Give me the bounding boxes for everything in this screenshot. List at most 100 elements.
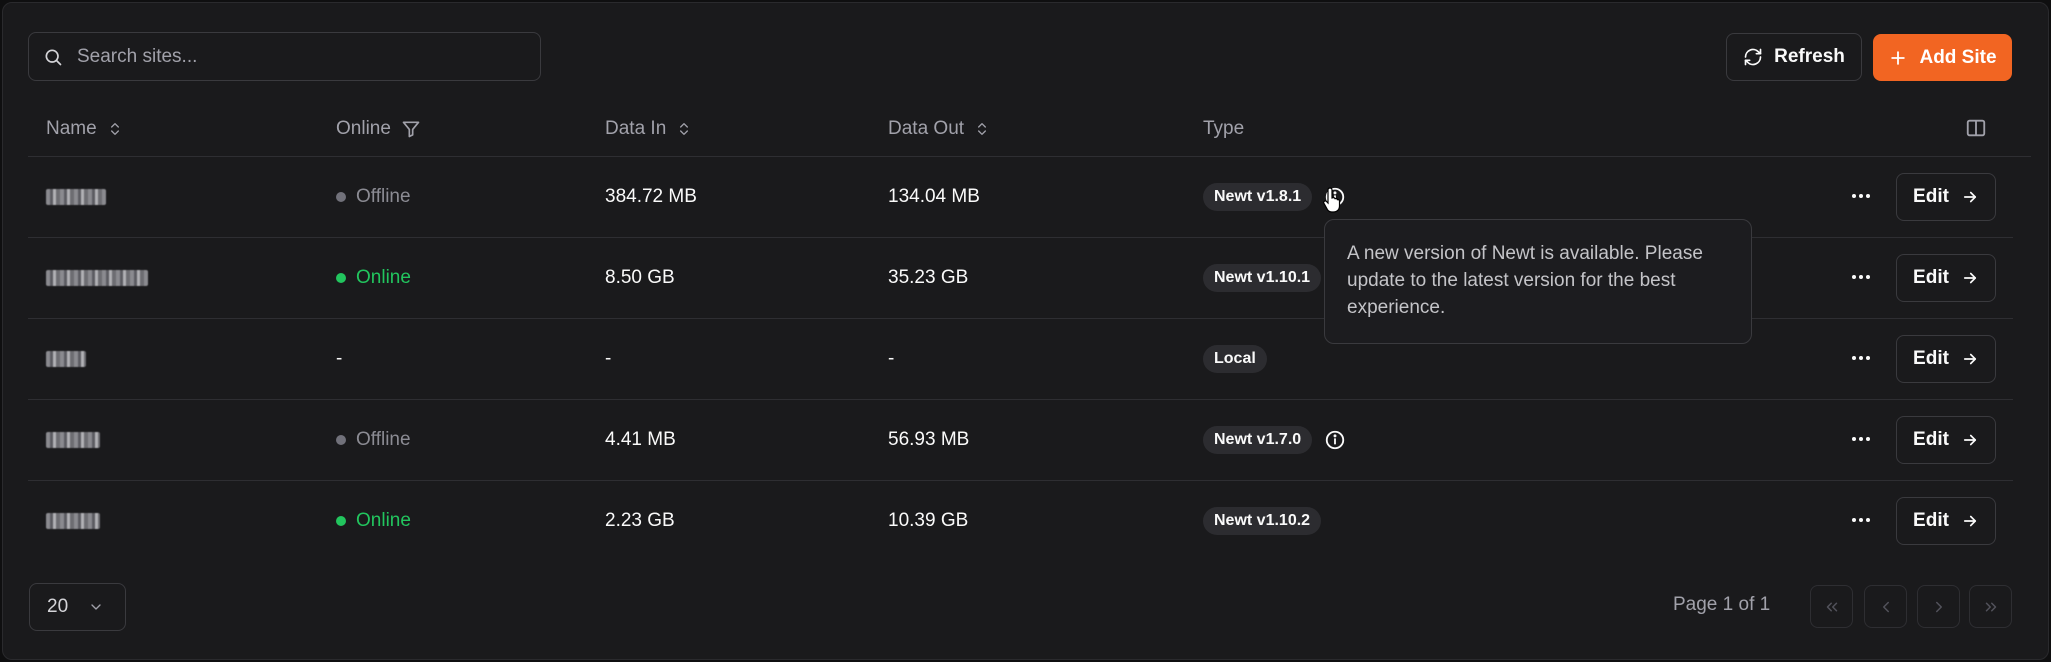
edit-button[interactable]: Edit: [1896, 173, 1996, 221]
column-header-type: Type: [1203, 118, 1244, 140]
page-size-value: 20: [47, 596, 69, 617]
arrow-right-icon: [1963, 272, 1977, 284]
column-header-name-label: Name: [46, 118, 97, 139]
type-cell: Newt v1.10.2: [1203, 481, 1322, 561]
redacted-name: [46, 351, 86, 367]
type-badge: Newt v1.7.0: [1203, 426, 1313, 454]
add-site-label: Add Site: [1919, 46, 1997, 68]
status-dot: [336, 273, 346, 283]
arrow-right-icon: [1963, 191, 1977, 203]
first-page-button[interactable]: [1810, 585, 1853, 628]
status-cell: Offline: [336, 400, 411, 480]
data-in-cell: 4.41 MB: [605, 429, 676, 450]
status-cell: Offline: [336, 157, 411, 237]
refresh-button[interactable]: Refresh: [1726, 33, 1862, 81]
status-text: Offline: [356, 429, 411, 450]
chevron-left-icon: [1882, 601, 1889, 612]
type-cell: Local: [1203, 319, 1267, 399]
edit-label: Edit: [1913, 267, 1949, 288]
redacted-name: [46, 432, 100, 448]
edit-button[interactable]: Edit: [1896, 416, 1996, 464]
edit-label: Edit: [1913, 510, 1949, 531]
sort-icon: [680, 123, 689, 135]
type-badge: Newt v1.8.1: [1203, 183, 1313, 211]
chevrons-left-icon: [1826, 602, 1837, 611]
status-text: -: [336, 348, 343, 369]
redacted-name: [46, 513, 100, 529]
site-name: [46, 157, 106, 237]
plus-icon: [1891, 50, 1906, 65]
edit-button[interactable]: Edit: [1896, 335, 1996, 383]
table-row: Offline 4.41 MB 56.93 MB Newt v1.7.0 Edi…: [28, 400, 2013, 481]
data-out-cell: 10.39 GB: [888, 510, 969, 531]
page-size-select[interactable]: 20: [29, 583, 126, 631]
edit-button[interactable]: Edit: [1896, 497, 1996, 545]
columns-toggle-icon[interactable]: [1965, 117, 1987, 139]
column-header-name[interactable]: Name: [46, 118, 123, 140]
more-options-icon[interactable]: [1849, 427, 1873, 451]
search-icon: [45, 49, 62, 65]
data-out-cell: -: [888, 348, 895, 369]
site-name: [46, 238, 148, 318]
status-text: Offline: [356, 186, 411, 207]
add-site-button[interactable]: Add Site: [1873, 34, 2012, 81]
edit-label: Edit: [1913, 348, 1949, 369]
hand-cursor-icon: [1323, 187, 1341, 213]
redacted-name: [46, 189, 106, 205]
data-out-cell: 35.23 GB: [888, 267, 969, 288]
data-in-cell: -: [605, 348, 612, 369]
refresh-icon: [1744, 48, 1762, 66]
data-in-cell: 384.72 MB: [605, 186, 697, 207]
next-page-button[interactable]: [1917, 585, 1960, 628]
last-page-button[interactable]: [1969, 585, 2012, 628]
data-out-cell: 134.04 MB: [888, 186, 980, 207]
status-cell: -: [336, 319, 342, 399]
edit-button[interactable]: Edit: [1896, 254, 1996, 302]
column-header-online-label: Online: [336, 118, 391, 139]
edit-label: Edit: [1913, 186, 1949, 207]
type-cell: Newt v1.7.0: [1203, 400, 1346, 480]
status-dot: [336, 516, 346, 526]
data-out-cell: 56.93 MB: [888, 429, 970, 450]
chevrons-right-icon: [1985, 602, 1996, 611]
arrow-right-icon: [1963, 353, 1977, 365]
status-cell: Online: [336, 238, 411, 318]
search-input[interactable]: [77, 45, 517, 68]
previous-page-button[interactable]: [1864, 585, 1907, 628]
data-in-cell: 2.23 GB: [605, 510, 675, 531]
column-header-type-label: Type: [1203, 118, 1245, 139]
site-name: [46, 400, 100, 480]
type-badge: Newt v1.10.1: [1203, 264, 1322, 292]
more-options-icon[interactable]: [1849, 265, 1873, 289]
type-badge: Local: [1203, 345, 1267, 373]
column-header-online[interactable]: Online: [336, 118, 421, 140]
more-options-icon[interactable]: [1849, 346, 1873, 370]
refresh-label: Refresh: [1774, 46, 1845, 67]
page-indicator: Page 1 of 1: [1673, 594, 1771, 615]
status-text: Online: [356, 510, 411, 531]
info-icon[interactable]: [1324, 429, 1346, 451]
more-options-icon[interactable]: [1849, 184, 1873, 208]
column-header-data-in-label: Data In: [605, 118, 667, 139]
status-dot: [336, 192, 346, 202]
chevron-down-icon: [91, 604, 101, 610]
arrow-right-icon: [1963, 515, 1977, 527]
type-badge: Newt v1.10.2: [1203, 507, 1322, 535]
update-tooltip: A new version of Newt is available. Plea…: [1324, 219, 1752, 344]
search-field[interactable]: [28, 32, 541, 81]
chevron-right-icon: [1935, 601, 1942, 612]
arrow-right-icon: [1963, 434, 1977, 446]
site-name: [46, 481, 100, 561]
table-row: Online 2.23 GB 10.39 GB Newt v1.10.2 Edi…: [28, 481, 2013, 562]
status-text: Online: [356, 267, 411, 288]
column-header-data-out[interactable]: Data Out: [888, 118, 990, 140]
filter-icon[interactable]: [401, 119, 421, 139]
type-cell: Newt v1.10.1: [1203, 238, 1322, 318]
column-header-data-out-label: Data Out: [888, 118, 965, 139]
data-in-cell: 8.50 GB: [605, 267, 675, 288]
status-dot: [336, 435, 346, 445]
edit-label: Edit: [1913, 429, 1949, 450]
redacted-name: [46, 270, 148, 286]
column-header-data-in[interactable]: Data In: [605, 118, 692, 140]
more-options-icon[interactable]: [1849, 508, 1873, 532]
